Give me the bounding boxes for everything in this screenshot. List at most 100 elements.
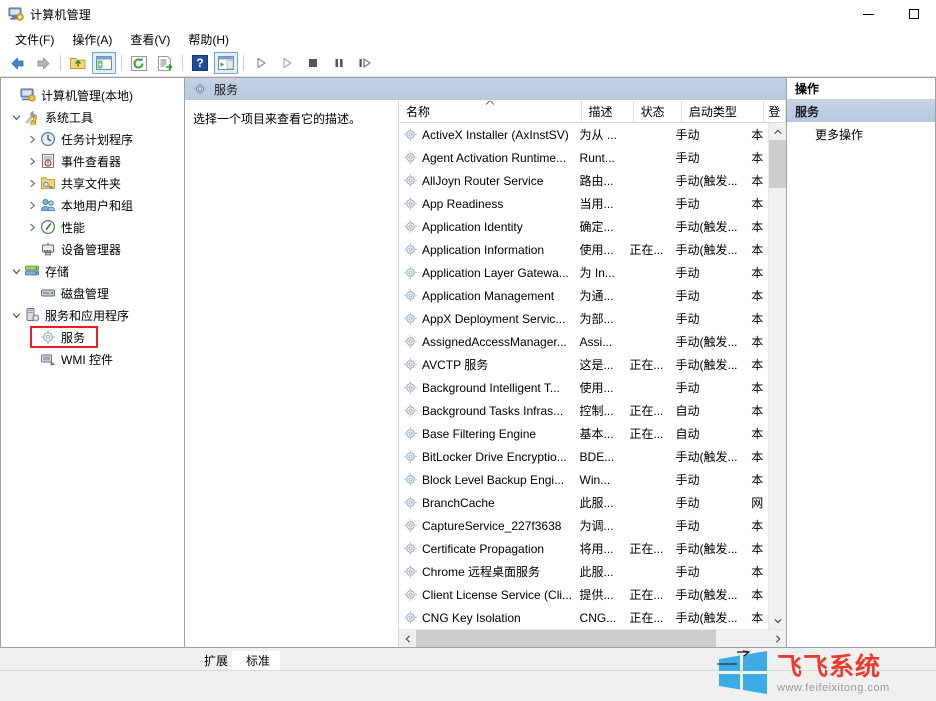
chevron-down-icon[interactable] [9,106,24,128]
table-row[interactable]: AVCTP 服务这是...正在...手动(触发...本 [399,353,768,376]
table-row[interactable]: AllJoyn Router Service路由...手动(触发...本 [399,169,768,192]
chevron-right-icon[interactable] [25,172,40,194]
table-row[interactable]: Application Information使用...正在...手动(触发..… [399,238,768,261]
vertical-scroll-track[interactable] [769,140,786,612]
storage-icon [24,263,40,279]
back-button[interactable] [5,52,29,74]
menu-action[interactable]: 操作(A) [63,29,121,50]
scroll-left-button[interactable] [399,630,416,647]
sidebar-item-performance[interactable]: 性能 [1,216,184,238]
table-row[interactable]: Client License Service (Cli...提供...正在...… [399,583,768,606]
menu-help[interactable]: 帮助(H) [179,29,238,50]
table-row[interactable]: BranchCache此服...手动网 [399,491,768,514]
service-name-cell: Block Level Backup Engi... [399,472,573,487]
table-row[interactable]: Background Intelligent T...使用...手动本 [399,376,768,399]
sidebar-item-storage[interactable]: 存储 [1,260,184,282]
listview-rows[interactable]: ActiveX Installer (AxInstSV)为从 ...手动本Age… [399,123,768,629]
service-name-label: AllJoyn Router Service [422,174,543,188]
sidebar-item-device-manager[interactable]: 设备管理器 [1,238,184,260]
sidebar-item-label: WMI 控件 [61,351,113,368]
horizontal-scroll-thumb[interactable] [416,630,716,647]
chevron-right-icon[interactable] [25,128,40,150]
export-list-button[interactable] [153,52,177,74]
up-folder-button[interactable] [66,52,90,74]
pause-service-button[interactable] [327,52,351,74]
table-row[interactable]: Block Level Backup Engi...Win...手动本 [399,468,768,491]
service-logon-as-cell: 本 [747,379,768,396]
tab-standard[interactable]: 标准 [232,651,280,670]
scroll-down-button[interactable] [769,612,786,629]
service-description-cell: 此服... [573,494,623,511]
disk-management-icon [40,285,56,301]
table-row[interactable]: Application Layer Gatewa...为 In...手动本 [399,261,768,284]
column-header-name[interactable]: 名称 [399,101,582,122]
scroll-right-button[interactable] [769,630,786,647]
help-button[interactable]: ? [188,52,212,74]
vertical-scrollbar[interactable] [768,123,786,629]
table-row[interactable]: App Readiness当用...手动本 [399,192,768,215]
table-row[interactable]: Application Management为通...手动本 [399,284,768,307]
column-header-description[interactable]: 描述 [582,101,634,122]
table-row[interactable]: CaptureService_227f3638为调...手动本 [399,514,768,537]
horizontal-scrollbar[interactable] [399,629,786,647]
sidebar-item-shared-folders[interactable]: 共享文件夹 [1,172,184,194]
menu-file[interactable]: 文件(F) [6,29,63,50]
tab-label: 标准 [246,652,270,669]
service-icon [403,196,418,211]
service-name-cell: AllJoyn Router Service [399,173,573,188]
service-name-label: CNG Key Isolation [422,611,521,625]
column-header-status[interactable]: 状态 [634,101,682,122]
chevron-right-icon[interactable] [25,216,40,238]
chevron-right-icon[interactable] [25,194,40,216]
service-icon [403,150,418,165]
table-row[interactable]: ActiveX Installer (AxInstSV)为从 ...手动本 [399,123,768,146]
sidebar-item-services[interactable]: 服务 [1,326,184,348]
horizontal-scroll-track[interactable] [416,630,769,647]
menu-view[interactable]: 查看(V) [121,29,179,50]
refresh-button[interactable] [127,52,151,74]
sidebar-item-event-viewer[interactable]: 事件查看器 [1,150,184,172]
sidebar-item-task-scheduler[interactable]: 任务计划程序 [1,128,184,150]
forward-button[interactable] [31,52,55,74]
start-service-button[interactable] [249,52,273,74]
column-header-startup-type[interactable]: 启动类型 [682,101,765,122]
sidebar-item-services-and-applications[interactable]: 服务和应用程序 [1,304,184,326]
table-row[interactable]: Application Identity确定...手动(触发...本 [399,215,768,238]
table-row[interactable]: Agent Activation Runtime...Runt...手动本 [399,146,768,169]
chevron-right-icon[interactable] [25,150,40,172]
restart-service-button[interactable] [275,52,299,74]
chevron-down-icon[interactable] [9,304,24,326]
service-status-cell: 正在... [622,241,668,258]
column-header-label: 描述 [589,103,613,120]
chevron-down-icon[interactable] [9,260,24,282]
maximize-button[interactable] [891,0,936,28]
show-hide-action-pane-button[interactable] [214,52,238,74]
more-actions-item[interactable]: 更多操作 [787,123,935,145]
table-row[interactable]: CNG Key IsolationCNG...正在...手动(触发...本 [399,606,768,629]
tab-extended[interactable]: 扩展 [190,651,238,670]
table-row[interactable]: Background Tasks Infras...控制...正在...自动本 [399,399,768,422]
resume-service-button[interactable] [353,52,377,74]
minimize-button[interactable] [846,0,891,28]
sidebar-item-system-tools[interactable]: 系统工具 [1,106,184,128]
service-description-cell: 为部... [573,310,623,327]
table-row[interactable]: BitLocker Drive Encryptio...BDE...手动(触发.… [399,445,768,468]
scroll-up-button[interactable] [769,123,786,140]
table-row[interactable]: AssignedAccessManager...Assi...手动(触发...本 [399,330,768,353]
service-description-cell: 这是... [573,356,623,373]
column-header-label: 状态 [641,103,665,120]
sidebar-item-wmi-control[interactable]: WMI 控件 [1,348,184,370]
table-row[interactable]: Base Filtering Engine基本...正在...自动本 [399,422,768,445]
table-row[interactable]: Certificate Propagation将用...正在...手动(触发..… [399,537,768,560]
tree-root-computer-management[interactable]: 计算机管理(本地) [1,84,184,106]
table-row[interactable]: Chrome 远程桌面服务此服...手动本 [399,560,768,583]
sidebar-item-local-users-groups[interactable]: 本地用户和组 [1,194,184,216]
service-name-cell: Base Filtering Engine [399,426,573,441]
sidebar-item-disk-management[interactable]: 磁盘管理 [1,282,184,304]
show-hide-console-tree-button[interactable] [92,52,116,74]
column-header-logon-as[interactable]: 登 [764,101,786,122]
sidebar-item-label: 性能 [61,219,85,236]
stop-service-button[interactable] [301,52,325,74]
table-row[interactable]: AppX Deployment Servic...为部...手动本 [399,307,768,330]
vertical-scroll-thumb[interactable] [769,140,786,188]
